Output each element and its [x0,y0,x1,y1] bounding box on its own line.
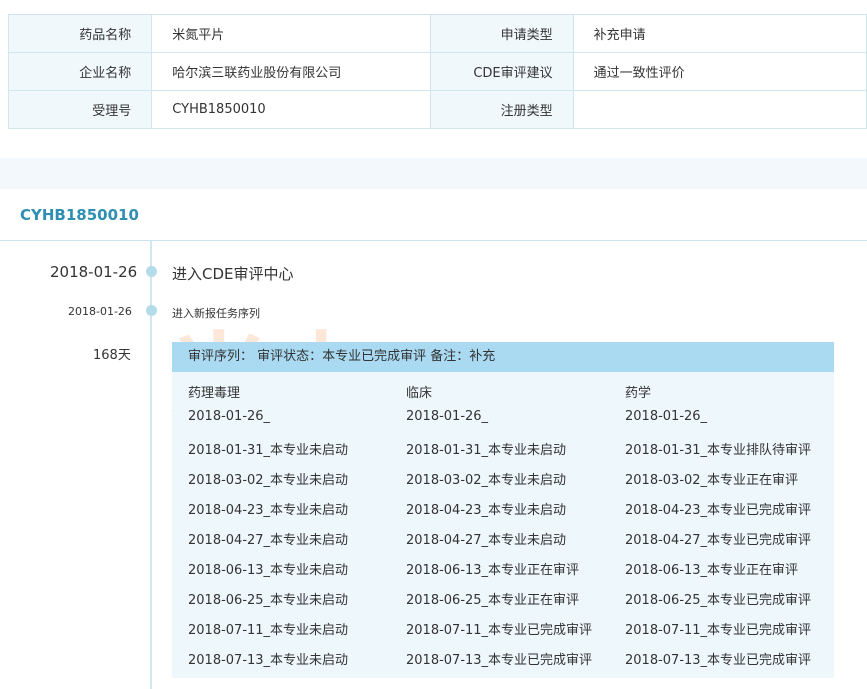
value-cde-suggestion: 通过一致性评价 [572,52,867,91]
event-date: 2018-01-26 [68,305,132,318]
column-header-clinical: 临床 [406,386,433,401]
label-acceptance-no: 受理号 [7,90,153,129]
info-row: 受理号 CYHB1850010 注册类型 [7,90,867,129]
table-cell: 2018-01-31_本专业排队待审评 [625,443,812,458]
table-cell: 2018-06-13_本专业正在审评 [406,563,580,578]
table-cell: 2018-07-13_本专业已完成审评 [406,653,593,668]
table-cell: 2018-06-13_本专业正在审评 [625,563,799,578]
info-row: 药品名称 米氮平片 申请类型 补充申请 [7,14,867,53]
label-company-name: 企业名称 [7,52,153,91]
table-cell: 2018-07-11_本专业未启动 [188,623,349,638]
event-title: 进入新报任务序列 [172,307,260,320]
table-cell: 2018-01-31_本专业未启动 [406,443,567,458]
label-registration-type: 注册类型 [430,90,574,129]
section-title: CYHB1850010 [20,206,139,224]
table-cell: 2018-03-02_本专业正在审评 [625,473,799,488]
timeline-dot [146,266,157,277]
table-cell: 2018-03-02_本专业未启动 [188,473,349,488]
event-title: 进入CDE审评中心 [172,265,294,283]
drug-info-table: 药品名称 米氮平片 申请类型 补充申请 企业名称 哈尔滨三联药业股份有限公司 C… [7,14,867,129]
table-cell: 2018-03-02_本专业未启动 [406,473,567,488]
table-cell: 2018-01-26_ [188,409,271,424]
value-registration-type [572,90,867,129]
table-cell: 2018-01-26_ [625,409,708,424]
table-cell: 2018-01-26_ [406,409,489,424]
label-application-type: 申请类型 [430,14,574,53]
table-cell: 2018-07-11_本专业已完成审评 [625,623,812,638]
table-cell: 2018-04-23_本专业未启动 [406,503,567,518]
value-company-name: 哈尔滨三联药业股份有限公司 [151,52,432,91]
elapsed-days: 168天 [93,348,131,363]
table-cell: 2018-04-23_本专业已完成审评 [625,503,812,518]
section-band [0,158,867,189]
table-cell: 2018-06-25_本专业正在审评 [406,593,580,608]
value-drug-name: 米氮平片 [151,14,432,53]
value-application-type: 补充申请 [572,14,867,53]
label-drug-name: 药品名称 [7,14,153,53]
table-cell: 2018-04-27_本专业未启动 [188,533,349,548]
section-divider [0,240,867,241]
table-cell: 2018-07-13_本专业已完成审评 [625,653,812,668]
table-cell: 2018-04-27_本专业未启动 [406,533,567,548]
table-cell: 2018-07-11_本专业已完成审评 [406,623,593,638]
table-cell: 2018-06-13_本专业未启动 [188,563,349,578]
column-header-pharmacy: 药学 [625,386,652,401]
info-row: 企业名称 哈尔滨三联药业股份有限公司 CDE审评建议 通过一致性评价 [7,52,867,91]
table-cell: 2018-06-25_本专业已完成审评 [625,593,812,608]
review-status-panel: 审评序列： 审评状态：本专业已完成审评 备注：补充 药理毒理 临床 药学 201… [172,342,834,678]
table-cell: 2018-04-23_本专业未启动 [188,503,349,518]
panel-header-text: 审评序列： 审评状态：本专业已完成审评 备注：补充 [188,349,496,364]
value-acceptance-no: CYHB1850010 [151,90,432,129]
column-header-pharmacology: 药理毒理 [188,386,241,401]
label-cde-suggestion: CDE审评建议 [430,52,574,91]
event-date: 2018-01-26 [50,263,138,281]
panel-header: 审评序列： 审评状态：本专业已完成审评 备注：补充 [172,342,834,372]
timeline-dot [146,305,157,316]
table-cell: 2018-06-25_本专业未启动 [188,593,349,608]
table-cell: 2018-07-13_本专业未启动 [188,653,349,668]
table-cell: 2018-04-27_本专业已完成审评 [625,533,812,548]
table-cell: 2018-01-31_本专业未启动 [188,443,349,458]
